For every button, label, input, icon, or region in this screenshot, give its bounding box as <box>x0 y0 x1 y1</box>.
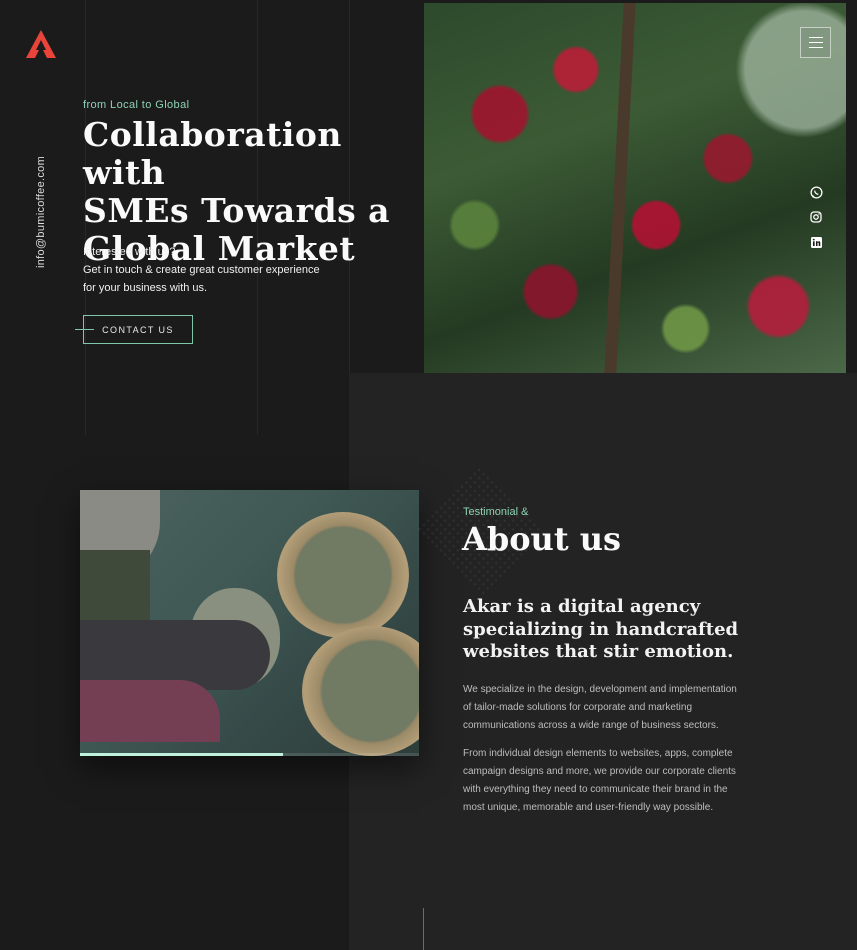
about-paragraph-line: most unique, memorable and user-friendly… <box>463 802 714 813</box>
basket-shape <box>277 512 409 638</box>
menu-button[interactable] <box>800 27 831 58</box>
about-lead-line: specializing in handcrafted <box>463 618 739 640</box>
akar-logo-icon <box>26 30 56 58</box>
about-paragraph-line: campaign designs and more, we provide ou… <box>463 766 736 777</box>
slider-progress-fill <box>80 753 284 756</box>
linkedin-link[interactable] <box>807 233 825 251</box>
hamburger-icon <box>808 37 823 38</box>
scroll-indicator-line <box>423 908 424 950</box>
about-paragraph-line: of tailor-made solutions for corporate a… <box>463 702 693 713</box>
whatsapp-icon <box>809 185 823 199</box>
logo[interactable] <box>26 30 56 58</box>
about-paragraph: We specialize in the design, development… <box>463 681 763 735</box>
linkedin-icon <box>810 236 822 248</box>
about-title: About us <box>462 520 622 558</box>
contact-button-accent-line <box>75 329 94 330</box>
hero-text-line: Get in touch & create great customer exp… <box>83 264 320 276</box>
about-paragraph-line: From individual design elements to websi… <box>463 748 733 759</box>
about-paragraph-line: We specialize in the design, development… <box>463 684 737 695</box>
hero-description: Interested with us? Get in touch & creat… <box>83 243 320 297</box>
about-lead: Akar is a digital agency specializing in… <box>463 596 743 664</box>
hamburger-icon <box>808 47 823 48</box>
person-shape <box>80 680 220 742</box>
about-paragraph: From individual design elements to websi… <box>463 745 763 817</box>
side-email-link[interactable]: info@bumicoffee.com <box>35 156 47 268</box>
basket-shape <box>302 626 419 756</box>
branch-shape <box>604 3 636 373</box>
about-paragraph-line: communications across a wide range of bu… <box>463 720 719 731</box>
about-lead-line: websites that stir emotion. <box>463 641 734 662</box>
about-paragraph-line: with everything they need to communicate… <box>463 784 728 795</box>
instagram-link[interactable] <box>807 208 825 226</box>
slider-progress-track <box>80 753 419 756</box>
hamburger-icon <box>808 42 823 43</box>
whatsapp-link[interactable] <box>807 183 825 201</box>
contact-us-button[interactable]: CONTACT US <box>83 315 193 344</box>
hero-text-line: for your business with us. <box>83 282 208 294</box>
about-lead-line: Akar is a digital agency <box>463 596 701 617</box>
hero-text-line: Interested with us? <box>83 246 176 258</box>
about-kicker: Testimonial & <box>463 506 529 518</box>
instagram-icon <box>810 211 822 223</box>
hero-title-line: SMEs Towards a <box>83 191 391 230</box>
hero-title-line: Collaboration with <box>83 115 342 192</box>
about-coffee-image <box>80 490 419 756</box>
hero-coffee-image <box>424 3 846 373</box>
hero-kicker: from Local to Global <box>83 99 190 111</box>
